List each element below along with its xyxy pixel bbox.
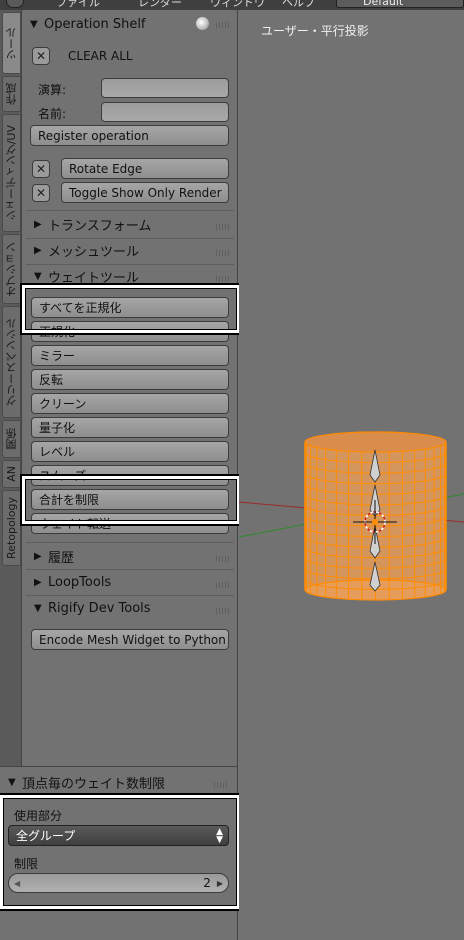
updown-arrows-icon: ▲ ▼ xyxy=(216,827,223,845)
tab-options[interactable]: オプション xyxy=(2,234,21,304)
collapse-right-icon: ▶ xyxy=(34,576,42,588)
drag-grip-icon[interactable] xyxy=(216,224,230,230)
tab-an[interactable]: AN xyxy=(2,460,21,488)
drag-grip-icon[interactable] xyxy=(216,250,230,256)
tool-tabs: ツール 作成 シェーディング/UV オプション グリースペンシル 関係 AN R… xyxy=(0,10,22,766)
tool-shelf: ▼ Operation Shelf ✕ CLEAR ALL 演算: 名前: Re… xyxy=(22,10,238,766)
limit-number-field[interactable]: ◀ 2 ▶ xyxy=(8,873,229,893)
collapse-down-icon: ▼ xyxy=(34,270,42,282)
tab-create[interactable]: 作成 xyxy=(2,76,21,112)
normalize-button[interactable]: 正規化 xyxy=(31,321,229,342)
subset-label: 使用部分 xyxy=(14,809,63,823)
encode-mesh-widget-button[interactable]: Encode Mesh Widget to Python xyxy=(31,629,229,650)
menu-window[interactable]: ウィンドウ xyxy=(210,0,265,10)
clean-button[interactable]: クリーン xyxy=(31,393,229,414)
calc-label: 演算: xyxy=(38,83,67,97)
weight-transfer-button[interactable]: ウェイト転送 xyxy=(31,513,229,534)
limit-label: 制限 xyxy=(14,857,39,871)
limit-total-button[interactable]: 合計を制限 xyxy=(31,489,229,510)
limit-value: 2 xyxy=(203,876,211,890)
drag-grip-icon[interactable] xyxy=(216,276,230,282)
collapse-down-icon: ▼ xyxy=(8,776,16,788)
clear-all-label: CLEAR ALL xyxy=(68,49,133,63)
tab-tools[interactable]: ツール xyxy=(2,12,21,74)
collapse-right-icon: ▶ xyxy=(34,244,42,256)
panel-title: Rigify Dev Tools xyxy=(48,600,151,616)
blender-logo-icon[interactable] xyxy=(6,0,24,8)
viewport-scene xyxy=(239,431,464,601)
panel-title: 頂点毎のウェイト数制限 xyxy=(22,776,166,792)
mirror-button[interactable]: ミラー xyxy=(31,345,229,366)
smooth-button[interactable]: スムーズ xyxy=(31,465,229,486)
subset-dropdown[interactable]: 全グループ ▲ ▼ xyxy=(8,825,229,846)
drag-grip-icon[interactable] xyxy=(216,582,230,588)
menu-render[interactable]: レンダー xyxy=(138,0,182,10)
top-menu-bar: ファイル レンダー ウィンドウ ヘルプ Default xyxy=(0,0,464,10)
3d-viewport[interactable]: ユーザー・平行投影 xyxy=(239,10,464,940)
register-operation-button[interactable]: Register operation xyxy=(30,125,229,146)
remove-toggle-render-button[interactable]: ✕ xyxy=(32,184,50,202)
collapse-down-icon: ▼ xyxy=(34,602,42,614)
levels-button[interactable]: レベル xyxy=(31,441,229,462)
panel-title: LoopTools xyxy=(48,574,112,590)
toggle-show-only-render-button[interactable]: Toggle Show Only Render xyxy=(61,182,229,203)
panel-title: 履歴 xyxy=(48,550,75,566)
drag-grip-icon[interactable] xyxy=(216,608,230,614)
panel-title: ウェイトツール xyxy=(48,270,140,286)
tab-retopology[interactable]: Retopology xyxy=(2,490,21,566)
tab-grease-pencil[interactable]: グリースペンシル xyxy=(2,306,21,418)
operator-redo-panel: ▼ 頂点毎のウェイト数制限 使用部分 全グループ ▲ ▼ 制限 ◀ 2 ▶ xyxy=(0,766,238,940)
limit-total-operator-header[interactable]: ▼ 頂点毎のウェイト数制限 xyxy=(8,771,234,793)
rotate-edge-button[interactable]: Rotate Edge xyxy=(61,158,229,179)
remove-rotate-edge-button[interactable]: ✕ xyxy=(32,160,50,178)
tab-shading-uv[interactable]: シェーディング/UV xyxy=(2,114,21,232)
pin-icon[interactable] xyxy=(196,17,209,30)
normalize-all-button[interactable]: すべてを正規化 xyxy=(31,297,229,318)
name-field[interactable] xyxy=(101,102,229,122)
quantize-button[interactable]: 量子化 xyxy=(31,417,229,438)
tab-relations[interactable]: 関係 xyxy=(2,420,21,458)
invert-button[interactable]: 反転 xyxy=(31,369,229,390)
clear-all-x-button[interactable]: ✕ xyxy=(32,47,50,65)
subset-value: 全グループ xyxy=(16,829,76,843)
panel-title: Operation Shelf xyxy=(44,16,146,32)
menu-help[interactable]: ヘルプ xyxy=(282,0,315,10)
screen-layout-selector[interactable]: Default xyxy=(336,0,464,8)
collapse-right-icon: ▶ xyxy=(34,550,42,562)
collapse-right-icon: ▶ xyxy=(34,218,42,230)
name-label: 名前: xyxy=(38,107,67,121)
panel-title: トランスフォーム xyxy=(48,218,152,234)
drag-grip-icon[interactable] xyxy=(214,782,228,788)
drag-grip-icon[interactable] xyxy=(216,556,230,562)
collapse-down-icon: ▼ xyxy=(30,18,38,30)
decrement-arrow-icon[interactable]: ◀ xyxy=(14,879,20,888)
menu-file[interactable]: ファイル xyxy=(56,0,100,10)
panel-title: メッシュツール xyxy=(48,244,140,260)
increment-arrow-icon[interactable]: ▶ xyxy=(217,879,223,888)
drag-grip-icon[interactable] xyxy=(216,22,230,28)
calc-field[interactable] xyxy=(101,78,229,98)
